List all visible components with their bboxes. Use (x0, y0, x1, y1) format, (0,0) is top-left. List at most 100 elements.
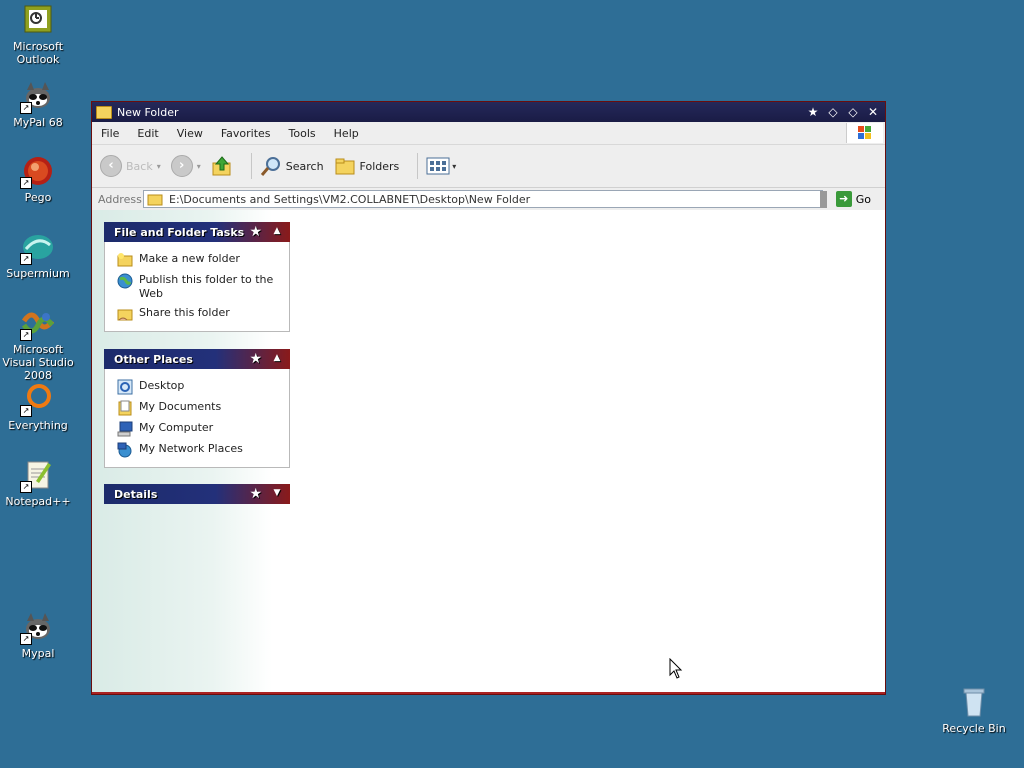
file-tasks-panel: File and Folder Tasks ★ ▲ Make a new fol… (104, 222, 290, 332)
shortcut-arrow-icon: ↗ (20, 329, 32, 341)
outlook-icon (22, 4, 54, 36)
views-icon (426, 157, 450, 175)
task-publish-web[interactable]: Publish this folder to the Web (105, 271, 289, 304)
desktop-icon-mypal[interactable]: ↗ Mypal (0, 611, 76, 660)
other-places-header[interactable]: Other Places ★ ▲ (104, 349, 290, 369)
other-places-body: Desktop My Documents My Computer My Netw… (104, 369, 290, 468)
expand-icon[interactable]: ▼ (270, 485, 284, 501)
menu-help[interactable]: Help (325, 127, 368, 140)
minimize-button[interactable]: ★ (805, 104, 821, 120)
share-folder-icon (117, 309, 133, 321)
desktop-icon-label: Supermium (6, 267, 70, 280)
star-icon: ★ (249, 224, 262, 240)
forward-button[interactable]: › ▾ (170, 155, 201, 177)
recycle-bin-icon (958, 686, 990, 718)
search-button[interactable]: Search (260, 155, 324, 177)
back-arrow-icon: ‹ (100, 155, 122, 177)
collapse-icon[interactable]: ▲ (270, 223, 284, 239)
desktop-icon-supermium[interactable]: ↗ Supermium (0, 231, 76, 280)
details-panel: Details ★ ▼ (104, 484, 290, 504)
desktop-icon-recycle-bin[interactable]: Recycle Bin (936, 686, 1012, 735)
up-folder-icon (212, 156, 231, 176)
place-my-computer[interactable]: My Computer (105, 419, 289, 440)
maximize-button[interactable]: ◇ (845, 104, 861, 120)
up-folder-button[interactable] (211, 155, 233, 177)
desktop-icon-label: Everything (8, 419, 68, 432)
shortcut-arrow-icon: ↗ (20, 633, 32, 645)
chevron-down-icon: ▾ (196, 161, 201, 171)
raccoon-icon: ↗ (20, 80, 54, 114)
folders-button[interactable]: Folders (334, 156, 399, 176)
collapse-icon[interactable]: ▲ (270, 350, 284, 366)
desktop-icon-label: Recycle Bin (942, 722, 1006, 735)
panel-title: File and Folder Tasks (114, 225, 245, 239)
place-my-documents[interactable]: My Documents (105, 398, 289, 419)
place-my-network-places[interactable]: My Network Places (105, 440, 289, 461)
panel-title: Details (114, 487, 158, 501)
desktop-icon-outlook[interactable]: Microsoft Outlook (0, 4, 76, 66)
everything-icon: ↗ (20, 383, 54, 417)
go-button[interactable]: ➜ Go (835, 191, 871, 207)
chevron-down-icon: ▾ (452, 161, 457, 171)
pego-icon: ↗ (20, 155, 54, 189)
task-share-folder[interactable]: Share this folder (105, 304, 289, 325)
menu-file[interactable]: File (92, 127, 128, 140)
star-icon: ★ (249, 351, 262, 367)
place-label: My Documents (139, 400, 222, 413)
new-folder-icon (117, 253, 133, 267)
forward-arrow-icon: › (170, 155, 193, 177)
menu-favorites[interactable]: Favorites (212, 127, 280, 140)
title-bar[interactable]: New Folder ★ ◇ ◇ ✕ (92, 102, 885, 122)
folder-icon (147, 194, 163, 206)
star-icon: ★ (249, 486, 262, 502)
folder-content-area[interactable]: File and Folder Tasks ★ ▲ Make a new fol… (92, 210, 885, 692)
menu-bar: File Edit View Favorites Tools Help (92, 122, 885, 145)
shortcut-arrow-icon: ↗ (20, 405, 32, 417)
place-desktop[interactable]: Desktop (105, 377, 289, 398)
address-value: E:\Documents and Settings\VM2.COLLABNET\… (169, 192, 531, 206)
supermium-icon: ↗ (20, 231, 54, 265)
network-places-icon (117, 442, 132, 458)
explorer-window: New Folder ★ ◇ ◇ ✕ File Edit View Favori… (91, 101, 886, 695)
desktop-icon-label: Pego (24, 191, 52, 204)
menu-tools[interactable]: Tools (280, 127, 325, 140)
raccoon-icon: ↗ (20, 611, 54, 645)
go-arrow-icon: ➜ (835, 191, 852, 207)
window-bottom-border (92, 692, 885, 694)
details-header[interactable]: Details ★ ▼ (104, 484, 290, 504)
desktop-icon-visual-studio[interactable]: ↗ Microsoft Visual Studio 2008 (0, 307, 76, 382)
task-label: Make a new folder (139, 252, 240, 265)
notepadpp-icon: ↗ (20, 459, 54, 493)
desktop-icon-mypal68[interactable]: ↗ MyPal 68 (0, 80, 76, 129)
close-button[interactable]: ✕ (865, 104, 881, 120)
menu-edit[interactable]: Edit (128, 127, 167, 140)
other-places-panel: Other Places ★ ▲ Desktop My Documents My… (104, 349, 290, 468)
search-icon (260, 157, 280, 176)
file-tasks-header[interactable]: File and Folder Tasks ★ ▲ (104, 222, 290, 242)
desktop-icon-everything[interactable]: ↗ Everything (0, 383, 76, 432)
globe-icon (117, 273, 133, 289)
menu-view[interactable]: View (168, 127, 212, 140)
address-dropdown-button[interactable] (820, 191, 827, 208)
search-label: Search (285, 159, 324, 173)
task-make-new-folder[interactable]: Make a new folder (105, 250, 289, 271)
desktop-icon-label: Mypal (21, 647, 55, 660)
desktop-icon-pego[interactable]: ↗ Pego (0, 155, 76, 204)
shortcut-arrow-icon: ↗ (20, 102, 32, 114)
shortcut-arrow-icon: ↗ (20, 481, 32, 493)
desktop-icon-label: Microsoft Visual Studio 2008 (2, 343, 74, 382)
place-label: Desktop (139, 379, 185, 392)
folders-icon (335, 158, 355, 175)
desktop-icon (117, 379, 133, 395)
restore-button[interactable]: ◇ (825, 104, 841, 120)
toolbar: ‹ Back ▾ › ▾ Search Folders ▾ (92, 145, 885, 188)
views-button[interactable]: ▾ (426, 156, 456, 176)
back-label: Back (126, 159, 153, 173)
visual-studio-icon: ↗ (20, 307, 55, 341)
address-input[interactable]: E:\Documents and Settings\VM2.COLLABNET\… (143, 190, 823, 208)
shortcut-arrow-icon: ↗ (20, 253, 32, 265)
desktop-icon-notepadpp[interactable]: ↗ Notepad++ (0, 459, 76, 508)
go-label: Go (855, 192, 871, 206)
back-button[interactable]: ‹ Back ▾ (100, 155, 161, 177)
window-title: New Folder (117, 105, 179, 119)
